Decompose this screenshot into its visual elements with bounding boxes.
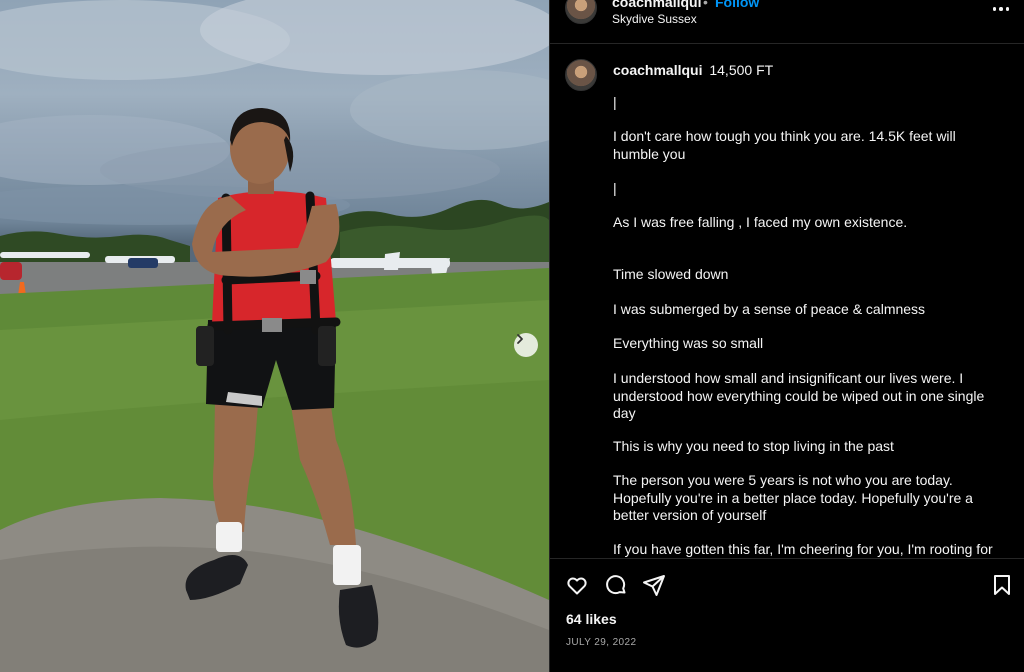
likes-count[interactable]: 64 likes: [566, 611, 617, 627]
caption-avatar[interactable]: [565, 59, 597, 91]
post-actions: 64 likes JULY 29, 2022: [550, 558, 1024, 672]
separator-dot: •: [703, 0, 708, 10]
caption-line: As I was free falling , I faced my own e…: [613, 214, 908, 230]
author-username[interactable]: coachmallqui: [612, 0, 701, 10]
heart-icon[interactable]: [565, 573, 589, 597]
post-photo[interactable]: [0, 0, 549, 672]
comment-icon[interactable]: [604, 573, 628, 597]
post-location[interactable]: Skydive Sussex: [612, 12, 697, 26]
post-date[interactable]: JULY 29, 2022: [566, 637, 636, 648]
caption-line: I understood how small and insignificant…: [613, 370, 985, 421]
caption-area[interactable]: coachmallqui 14,500 FT | I don't care ho…: [550, 45, 1024, 558]
author-avatar[interactable]: [565, 0, 597, 24]
more-horizontal-icon: [992, 7, 997, 11]
post-header: coachmallqui • Follow Skydive Sussex: [550, 0, 1024, 44]
caption-line: |: [613, 180, 617, 196]
caption-line: I don't care how tough you think you are…: [613, 128, 956, 162]
follow-button[interactable]: Follow: [715, 0, 759, 10]
caption-line: |: [613, 94, 617, 110]
caption-line: This is why you need to stop living in t…: [613, 438, 894, 454]
chevron-right-icon: [517, 334, 523, 344]
bookmark-icon[interactable]: [990, 573, 1014, 597]
caption-line: Time slowed down: [613, 266, 729, 282]
caption-header: coachmallqui 14,500 FT: [613, 61, 773, 79]
caption-line: I was submerged by a sense of peace & ca…: [613, 301, 926, 317]
more-options-button[interactable]: [990, 2, 1012, 16]
caption-username[interactable]: coachmallqui: [613, 62, 702, 78]
share-icon[interactable]: [642, 573, 666, 597]
carousel-next-button[interactable]: [514, 333, 538, 357]
caption-headline: 14,500 FT: [709, 62, 774, 78]
caption-line: Everything was so small: [613, 335, 764, 351]
post-side-panel: coachmallqui • Follow Skydive Sussex coa…: [549, 0, 1024, 672]
caption-line: If you have gotten this far, I'm cheerin…: [613, 541, 993, 557]
photo-scene: [0, 0, 549, 672]
caption-line: The person you were 5 years is not who y…: [613, 472, 973, 523]
